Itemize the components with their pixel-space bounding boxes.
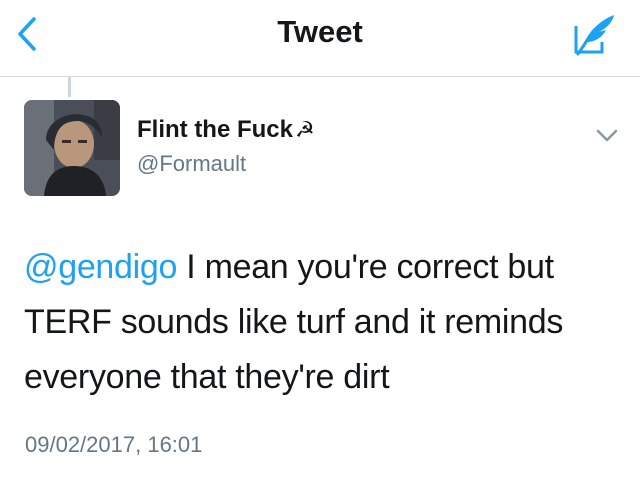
- mention-link[interactable]: @gendigo: [24, 248, 177, 286]
- thread-line: [68, 77, 71, 97]
- chevron-down-icon: [596, 129, 618, 142]
- avatar-image: [24, 100, 120, 196]
- more-options-button[interactable]: [590, 122, 624, 148]
- avatar[interactable]: [24, 100, 120, 196]
- compose-tweet-icon: [574, 15, 614, 56]
- page-title: Tweet: [277, 14, 363, 49]
- hammer-sickle-icon: ☭: [295, 117, 315, 142]
- compose-tweet-button[interactable]: [572, 12, 618, 56]
- tweet-text: @gendigo I mean you're correct but TERF …: [24, 240, 624, 405]
- display-name-text: Flint the Fuck: [137, 116, 293, 143]
- tweet-timestamp: 09/02/2017, 16:01: [25, 432, 203, 457]
- author-handle[interactable]: @Formault: [137, 151, 246, 177]
- nav-bar: Tweet: [0, 0, 640, 77]
- author-display-name[interactable]: Flint the Fuck☭: [137, 116, 315, 144]
